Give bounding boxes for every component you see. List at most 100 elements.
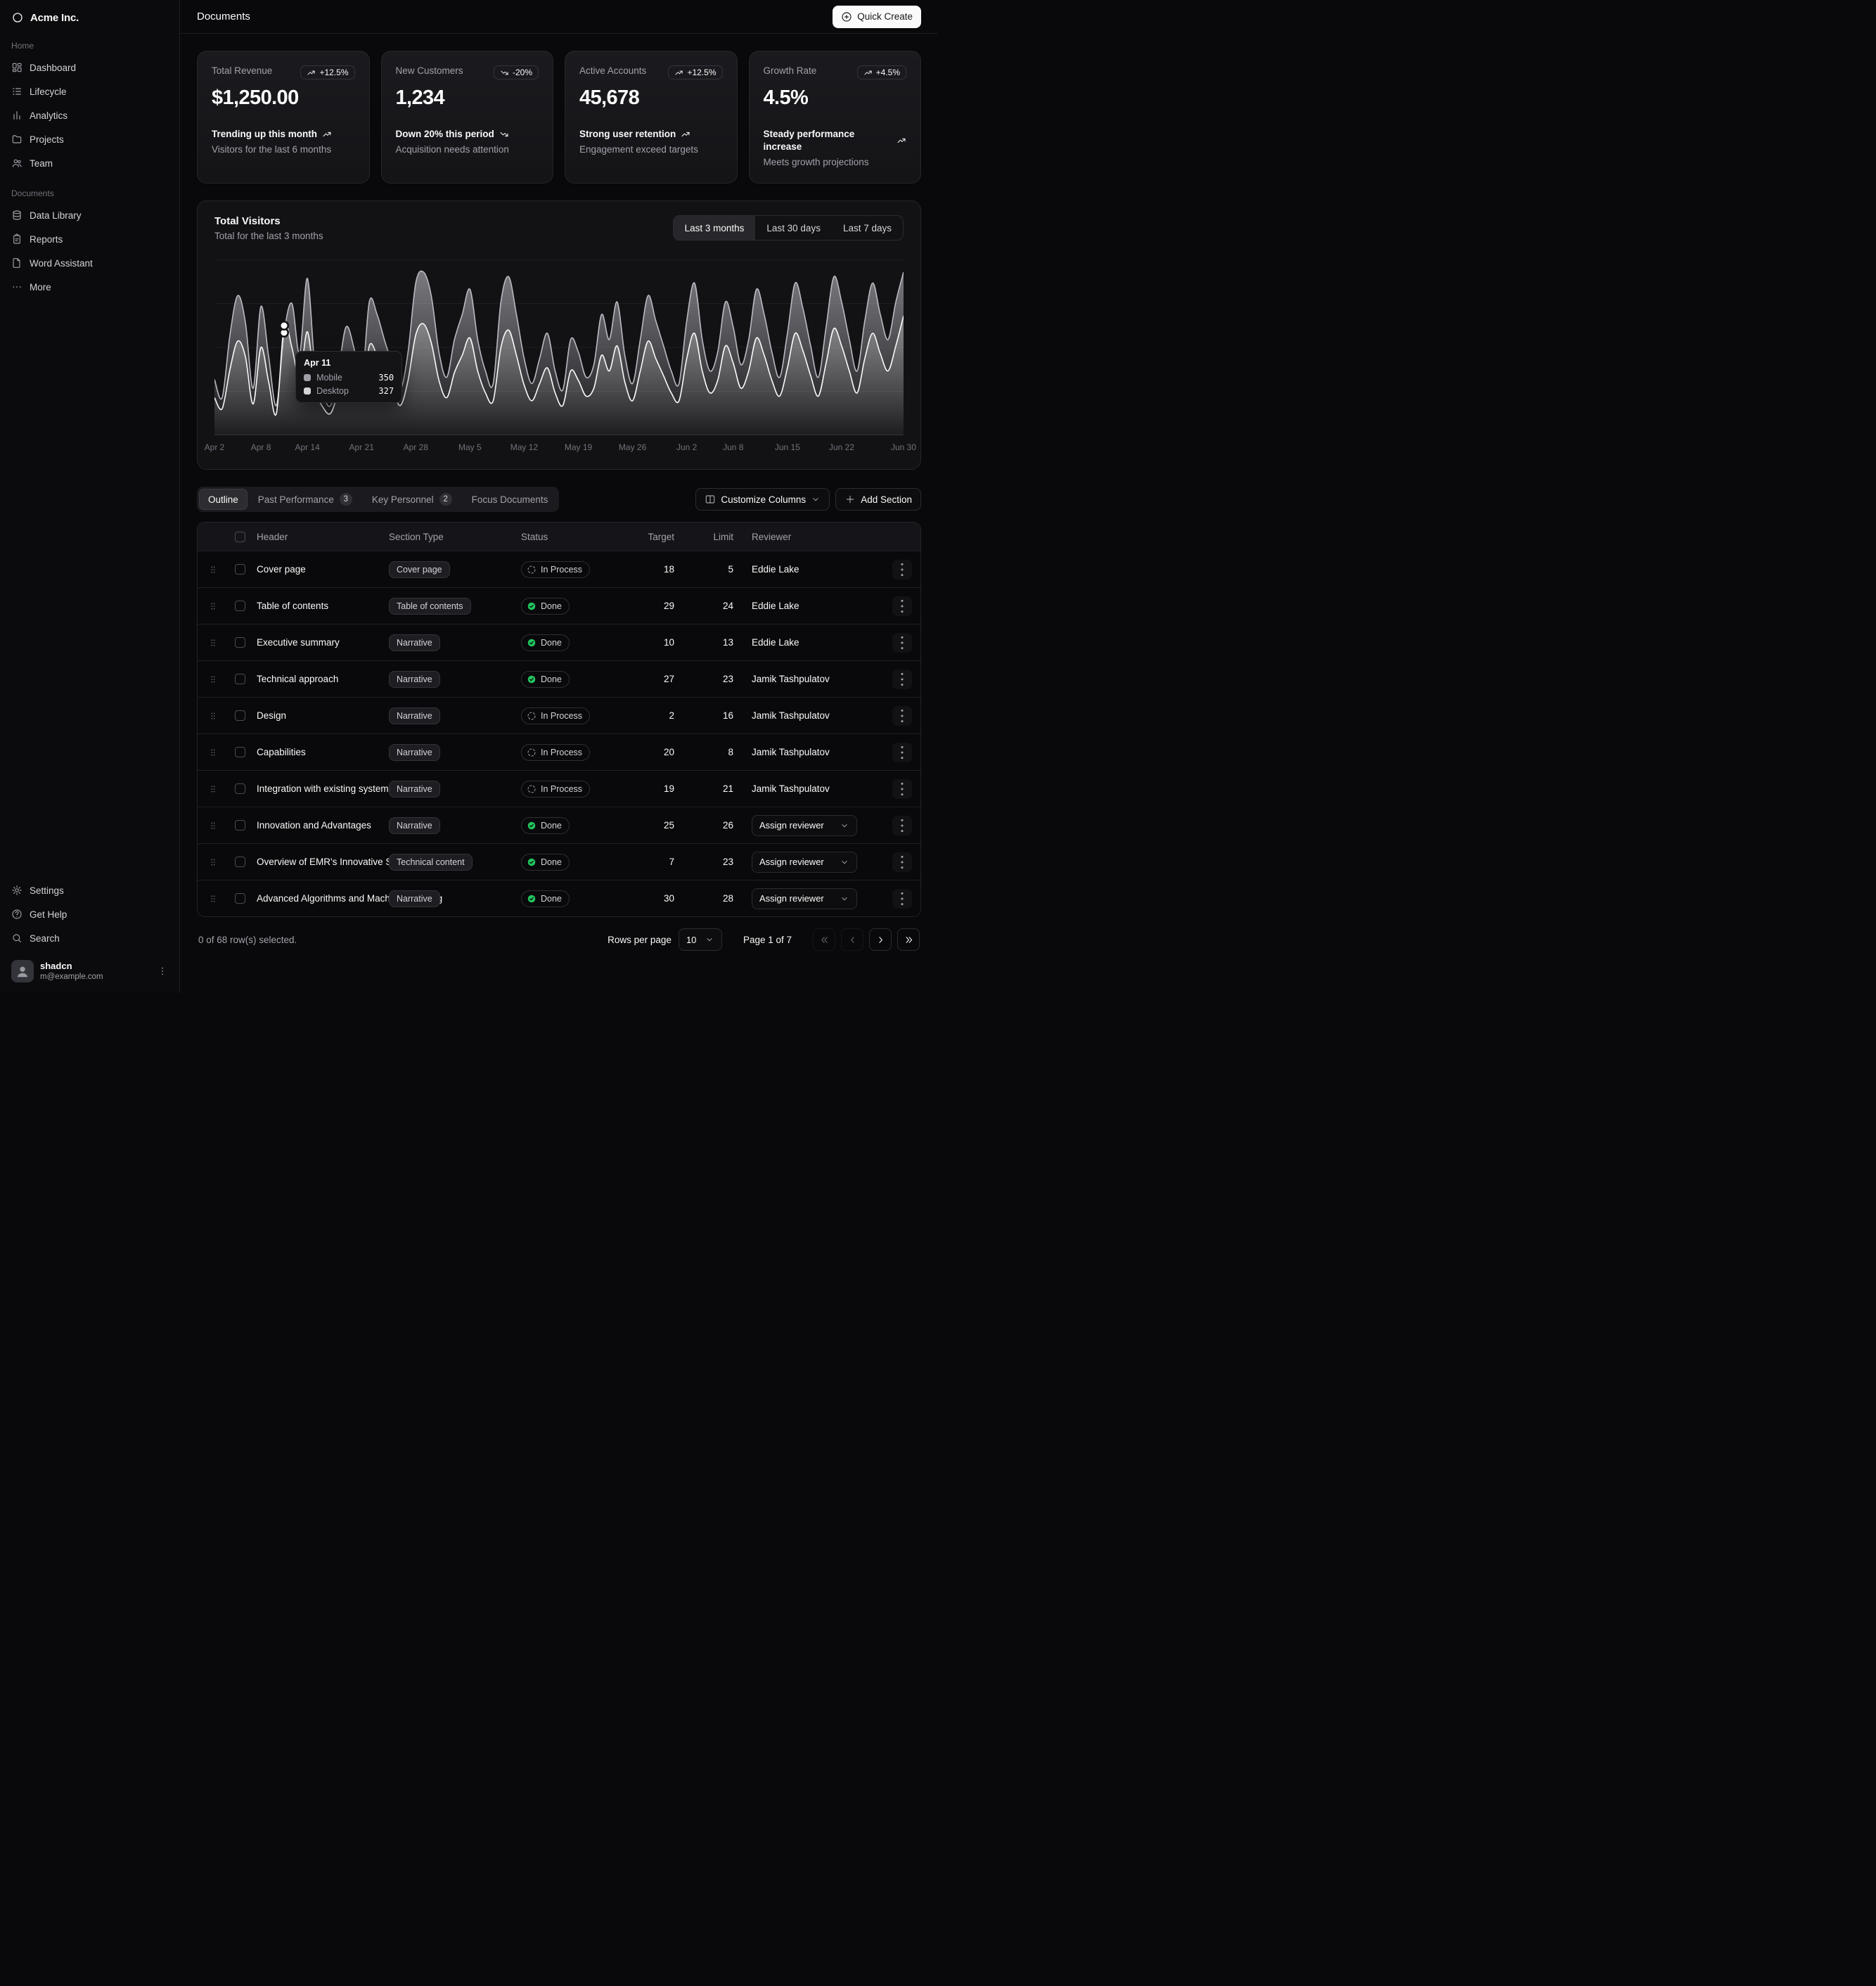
row-menu-button[interactable] (892, 852, 912, 872)
sidebar-item-team[interactable]: Team (6, 152, 174, 174)
customize-columns-button[interactable]: Customize Columns (695, 488, 830, 511)
sidebar-item-label: Analytics (30, 110, 68, 121)
row-checkbox[interactable] (235, 857, 245, 867)
limit-cell[interactable]: 16 (687, 710, 746, 721)
row-checkbox[interactable] (235, 893, 245, 904)
range-option-last-30-days[interactable]: Last 30 days (755, 216, 832, 240)
add-section-button[interactable]: Add Section (835, 488, 921, 511)
range-option-last-7-days[interactable]: Last 7 days (832, 216, 903, 240)
row-menu-button[interactable] (892, 889, 912, 909)
row-checkbox[interactable] (235, 747, 245, 757)
sidebar-item-analytics[interactable]: Analytics (6, 104, 174, 127)
drag-handle-icon[interactable] (203, 710, 223, 722)
target-cell[interactable]: 19 (627, 783, 687, 794)
target-cell[interactable]: 20 (627, 747, 687, 757)
row-header-link[interactable]: Integration with existing systems (257, 783, 393, 794)
row-header-link[interactable]: Table of contents (257, 601, 328, 611)
assign-reviewer-select[interactable]: Assign reviewer (752, 852, 857, 873)
row-menu-button[interactable] (892, 596, 912, 616)
limit-cell[interactable]: 28 (687, 893, 746, 904)
target-cell[interactable]: 29 (627, 601, 687, 611)
drag-handle-icon[interactable] (203, 820, 223, 831)
drag-handle-icon[interactable] (203, 601, 223, 612)
visitors-area-chart[interactable]: Apr 11 Mobile350Desktop327 (214, 260, 904, 435)
sidebar-item-reports[interactable]: Reports (6, 228, 174, 250)
user-menu[interactable]: shadcn m@example.com (6, 955, 174, 987)
target-cell[interactable]: 7 (627, 857, 687, 867)
sidebar-item-projects[interactable]: Projects (6, 128, 174, 150)
table-row-integration-with-existing-systems: Integration with existing systemsNarrati… (198, 770, 920, 807)
sidebar-item-label: Word Assistant (30, 258, 93, 269)
row-menu-button[interactable] (892, 560, 912, 579)
target-cell[interactable]: 25 (627, 820, 687, 831)
drag-handle-icon[interactable] (203, 747, 223, 758)
limit-cell[interactable]: 24 (687, 601, 746, 611)
row-checkbox[interactable] (235, 710, 245, 721)
row-header-link[interactable]: Executive summary (257, 637, 340, 648)
row-header-link[interactable]: Capabilities (257, 747, 306, 757)
assign-reviewer-select[interactable]: Assign reviewer (752, 815, 857, 836)
row-checkbox[interactable] (235, 820, 245, 831)
drag-handle-icon[interactable] (203, 564, 223, 575)
limit-cell[interactable]: 21 (687, 783, 746, 794)
drag-handle-icon[interactable] (203, 674, 223, 685)
tab-outline[interactable]: Outline (199, 489, 248, 510)
next-page-button[interactable] (869, 928, 892, 951)
sidebar-item-data-library[interactable]: Data Library (6, 204, 174, 226)
row-menu-button[interactable] (892, 670, 912, 689)
sidebar-item-word-assistant[interactable]: Word Assistant (6, 252, 174, 274)
assign-reviewer-select[interactable]: Assign reviewer (752, 888, 857, 909)
limit-cell[interactable]: 8 (687, 747, 746, 757)
x-axis-tick-label: Apr 14 (295, 442, 319, 452)
row-header-link[interactable]: Design (257, 710, 286, 721)
row-header-link[interactable]: Cover page (257, 564, 306, 575)
sidebar-item-lifecycle[interactable]: Lifecycle (6, 80, 174, 103)
ellipsis-vertical-icon[interactable] (157, 966, 168, 977)
row-header-link[interactable]: Technical approach (257, 674, 338, 684)
row-menu-button[interactable] (892, 706, 912, 726)
target-cell[interactable]: 18 (627, 564, 687, 575)
drag-handle-icon[interactable] (203, 857, 223, 868)
range-option-last-3-months[interactable]: Last 3 months (674, 216, 756, 240)
row-menu-button[interactable] (892, 779, 912, 799)
rows-per-page-select[interactable]: 10 (679, 928, 722, 951)
limit-cell[interactable]: 23 (687, 857, 746, 867)
select-all-checkbox[interactable] (235, 532, 245, 542)
target-cell[interactable]: 2 (627, 710, 687, 721)
tab-past-performance[interactable]: Past Performance3 (249, 489, 361, 510)
sidebar-item-dashboard[interactable]: Dashboard (6, 56, 174, 79)
target-cell[interactable]: 27 (627, 674, 687, 684)
tab-focus-documents[interactable]: Focus Documents (463, 489, 558, 510)
row-checkbox[interactable] (235, 564, 245, 575)
row-select-cell (229, 783, 251, 794)
row-checkbox[interactable] (235, 601, 245, 611)
row-header-link[interactable]: Innovation and Advantages (257, 820, 371, 831)
quick-create-button[interactable]: Quick Create (833, 6, 921, 28)
target-cell[interactable]: 30 (627, 893, 687, 904)
section-type-cell: Cover page (383, 561, 515, 578)
row-checkbox[interactable] (235, 674, 245, 684)
sidebar-item-search[interactable]: Search (6, 927, 174, 949)
previous-page-button (841, 928, 863, 951)
tab-key-personnel[interactable]: Key Personnel2 (363, 489, 461, 510)
row-checkbox[interactable] (235, 637, 245, 648)
drag-handle-icon[interactable] (203, 893, 223, 904)
brand[interactable]: Acme Inc. (6, 7, 174, 28)
limit-cell[interactable]: 23 (687, 674, 746, 684)
row-menu-button[interactable] (892, 633, 912, 653)
row-checkbox[interactable] (235, 783, 245, 794)
limit-cell[interactable]: 26 (687, 820, 746, 831)
sidebar-item-more[interactable]: More (6, 276, 174, 298)
sidebar-item-get-help[interactable]: Get Help (6, 903, 174, 925)
row-actions-cell (884, 633, 920, 653)
trend-badge-value: +4.5% (876, 68, 900, 77)
sidebar-item-settings[interactable]: Settings (6, 879, 174, 902)
drag-handle-icon[interactable] (203, 637, 223, 648)
row-menu-button[interactable] (892, 743, 912, 762)
limit-cell[interactable]: 5 (687, 564, 746, 575)
target-cell[interactable]: 10 (627, 637, 687, 648)
limit-cell[interactable]: 13 (687, 637, 746, 648)
drag-handle-icon[interactable] (203, 783, 223, 795)
last-page-button[interactable] (897, 928, 920, 951)
row-menu-button[interactable] (892, 816, 912, 835)
